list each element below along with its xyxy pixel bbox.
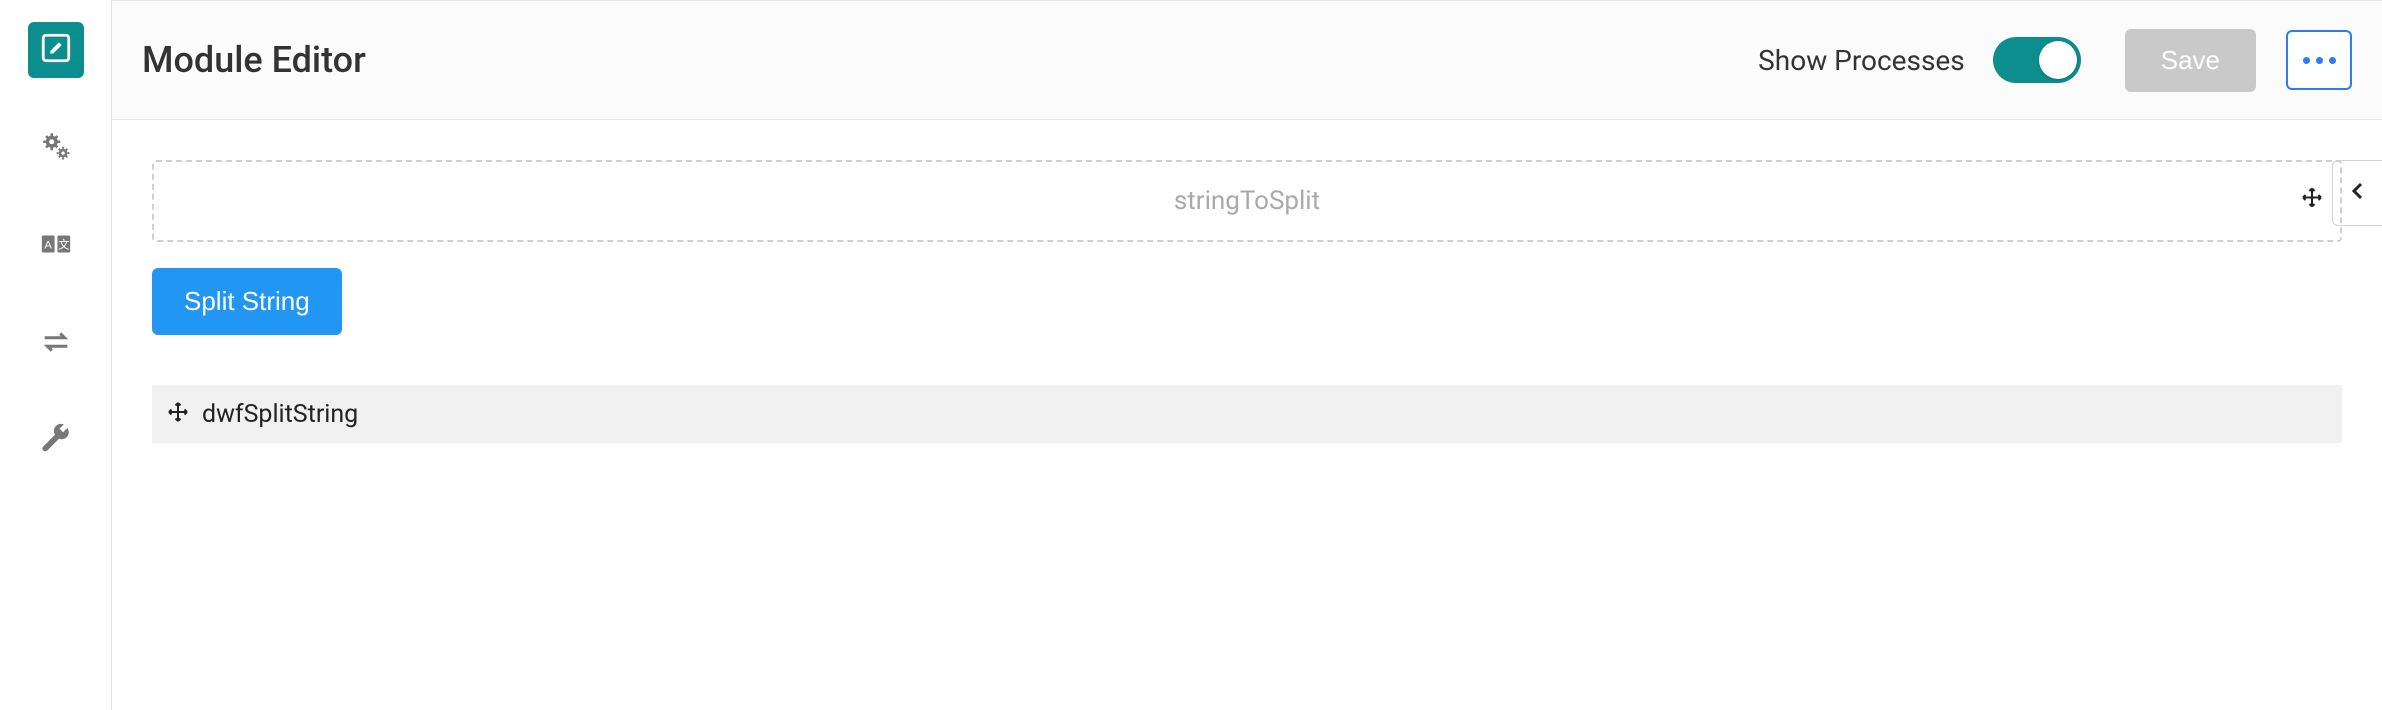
sidebar-item-tools[interactable] xyxy=(28,414,84,470)
svg-text:A: A xyxy=(44,239,52,251)
result-row[interactable]: dwfSplitString xyxy=(152,385,2342,443)
translate-icon: A 文 xyxy=(39,227,73,265)
dot-icon xyxy=(2329,57,2336,64)
page-title: Module Editor xyxy=(142,39,366,81)
save-button[interactable]: Save xyxy=(2125,29,2256,92)
input-placeholder: stringToSplit xyxy=(1174,186,1320,216)
arrows-horizontal-icon xyxy=(39,325,73,363)
svg-text:文: 文 xyxy=(58,237,69,251)
result-label: dwfSplitString xyxy=(202,400,358,429)
chevron-left-icon xyxy=(2346,179,2370,207)
header: Module Editor Show Processes Save xyxy=(112,0,2382,120)
input-drop-zone[interactable]: stringToSplit xyxy=(152,160,2342,242)
editor-canvas: stringToSplit Split String dwfSplitStrin… xyxy=(112,120,2382,710)
move-icon[interactable] xyxy=(166,400,190,428)
split-string-button[interactable]: Split String xyxy=(152,268,342,335)
main-area: Module Editor Show Processes Save string… xyxy=(112,0,2382,710)
show-processes-toggle[interactable] xyxy=(1993,37,2081,83)
sidebar: A 文 xyxy=(0,0,112,710)
dot-icon xyxy=(2316,57,2323,64)
edit-box-icon xyxy=(39,31,73,69)
show-processes-label: Show Processes xyxy=(1758,44,1965,77)
more-menu-button[interactable] xyxy=(2286,30,2352,90)
sidebar-item-transfer[interactable] xyxy=(28,316,84,372)
sidebar-item-localization[interactable]: A 文 xyxy=(28,218,84,274)
dot-icon xyxy=(2303,57,2310,64)
sidebar-item-editor[interactable] xyxy=(28,22,84,78)
sidebar-item-settings[interactable] xyxy=(28,120,84,176)
toggle-knob xyxy=(2039,41,2077,79)
wrench-icon xyxy=(39,423,73,461)
move-icon[interactable] xyxy=(2300,186,2324,217)
gears-icon xyxy=(39,129,73,167)
